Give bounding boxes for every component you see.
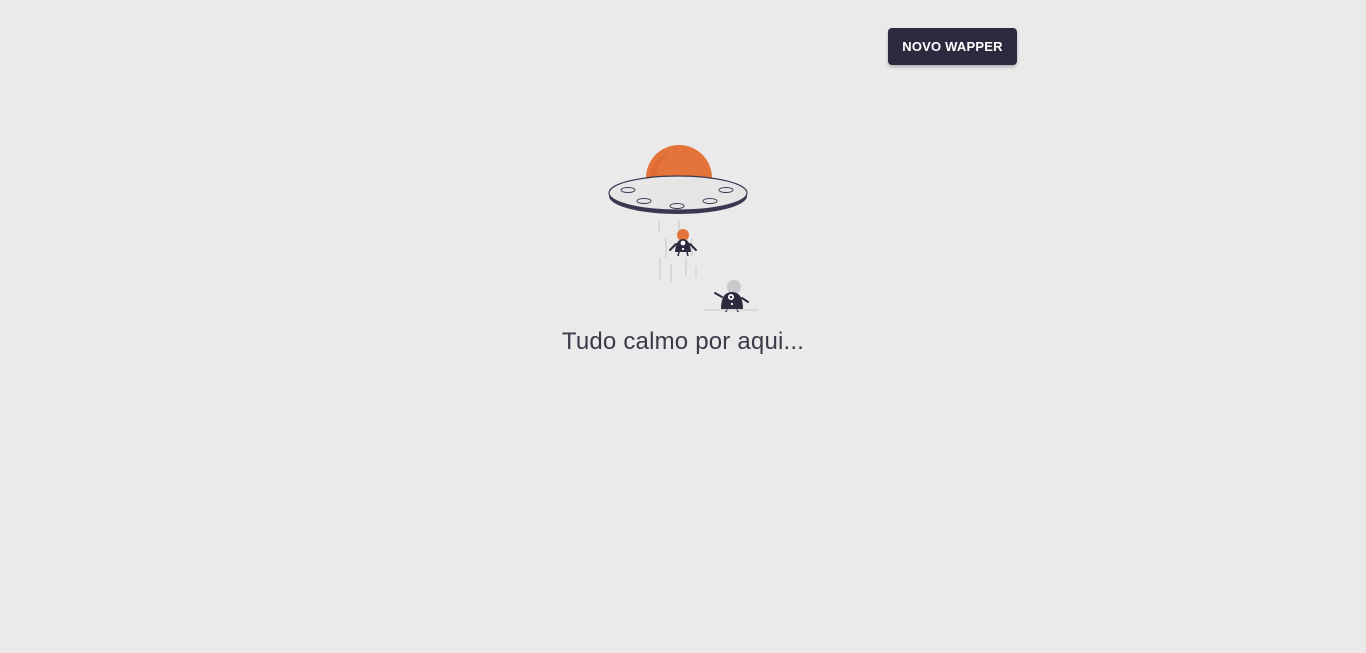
page: NOVO WAPPER Tudo calmo por aqui... [0, 0, 1366, 653]
new-wapper-button[interactable]: NOVO WAPPER [888, 28, 1017, 65]
empty-state-message: Tudo calmo por aqui... [561, 328, 805, 355]
ufo-abduction-illustration [600, 140, 766, 315]
